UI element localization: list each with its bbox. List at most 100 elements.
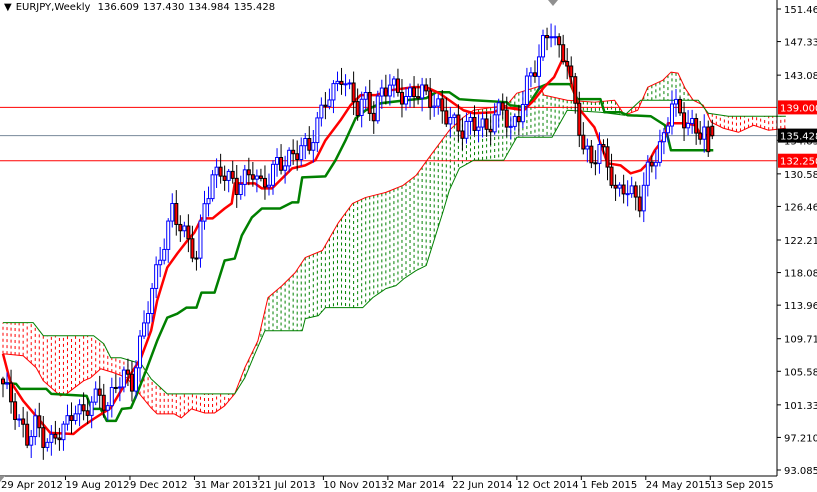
candle-body [420,84,425,99]
time-tick-label: 31 Mar 2013 [194,480,257,491]
candle [61,421,66,451]
candle [678,96,683,116]
candle [520,91,525,129]
time-tick-label: 2 Mar 2014 [388,480,445,491]
candle [633,181,638,211]
candle [436,94,441,115]
candle-body [210,174,215,200]
candle [613,174,618,201]
candle-body [468,116,473,122]
candle-body [621,184,626,195]
candle-body [218,166,223,177]
candle-body [266,184,271,188]
candle [476,114,481,143]
candle [448,106,453,138]
price-axis[interactable]: 151.460147.335143.085134.835130.585126.4… [777,5,817,477]
candle-body [597,144,602,164]
candle-body [190,238,195,259]
price-tick-label: 118.085 [784,269,817,280]
candle-body [387,84,392,97]
candle [339,67,344,95]
candle-body [585,145,590,150]
candle-body [601,144,606,148]
candle-body [53,433,58,439]
price-tick-label: 97.210 [784,433,817,444]
candle [97,375,102,409]
candle [363,86,368,110]
candle [641,172,646,223]
candle-body [57,437,62,441]
candle-body [335,80,340,85]
candle-body [504,109,509,128]
candle [327,88,332,110]
candle-body [391,78,396,86]
candle [311,130,316,163]
candle [468,112,473,135]
candle [194,250,199,271]
candle-body [702,126,707,140]
candle-body [436,98,441,107]
candle-body [682,112,687,129]
indicator-lines [1,58,786,436]
candle [593,150,598,176]
candle [210,170,215,202]
candle [109,377,114,418]
candle [347,79,352,90]
candle [585,138,590,163]
price-chart[interactable]: 151.460147.335143.085134.835130.585126.4… [0,0,817,492]
candle-body [327,99,332,107]
candle [355,88,360,121]
candle [480,112,485,138]
candle-body [226,170,231,181]
candle [702,114,707,153]
candle [65,404,70,431]
candle [17,414,22,428]
time-axis[interactable]: 29 Apr 2012 19 Aug 2012 9 Dec 2012 31 Mar 2… [0,476,774,491]
candle-body [641,184,646,212]
candle [242,164,247,197]
candle [428,78,433,120]
level-price-tag: 139.000 [780,103,817,114]
candle-body [395,78,400,93]
candle [37,402,42,438]
candle [412,76,417,108]
candle [424,78,429,95]
candle [669,90,674,135]
candle-body [686,122,691,129]
price-tick-label: 101.335 [784,401,817,412]
candle [25,411,30,449]
candle-body [553,36,558,39]
candle [93,381,98,406]
candle-body [444,110,449,125]
candle-body [307,138,312,151]
candle-body [448,116,453,125]
candle-body [311,142,316,151]
candle-body [246,169,251,176]
price-tick-label: 93.085 [784,466,817,477]
candle [629,176,634,198]
candle [331,80,336,114]
candle [138,330,143,381]
candle-body [536,56,541,77]
candle-body [109,386,114,407]
candle-body [101,394,106,411]
candle-body [154,264,159,289]
candle-body [508,125,513,128]
candle [528,67,533,88]
candle [49,425,54,456]
candle [617,182,622,197]
candle-body [158,259,163,266]
price-tick-label: 151.460 [784,5,817,16]
candle [158,246,163,278]
candle [323,92,328,120]
candle [222,165,227,191]
candle-body [97,388,102,396]
candle-body [617,184,622,189]
candle-body [484,118,489,130]
candle [706,120,711,157]
candle-body [254,175,259,180]
candle [464,112,469,144]
chart-shift-marker-icon[interactable] [548,0,558,6]
level-price-tag: 132.250 [780,157,817,168]
candle [262,165,267,200]
